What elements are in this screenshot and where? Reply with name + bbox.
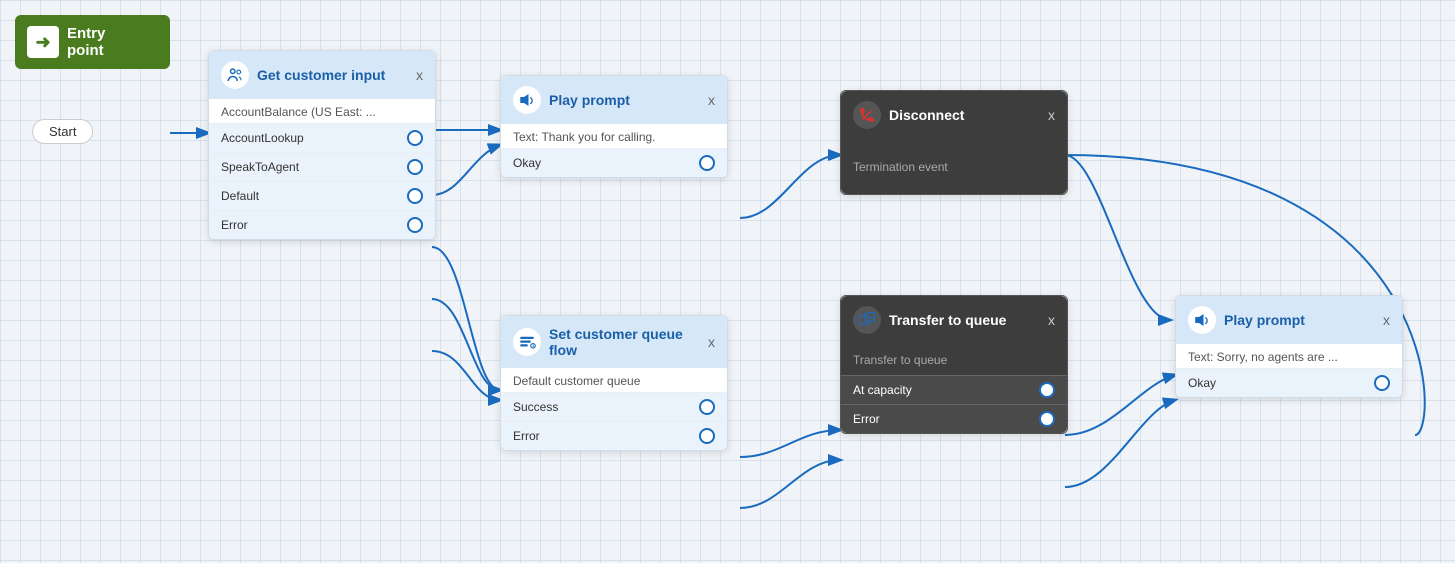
play-prompt-1-close[interactable]: x — [708, 92, 715, 108]
disconnect-subtitle: Termination event — [853, 160, 948, 174]
get-customer-input-close[interactable]: x — [416, 67, 423, 83]
transfer-to-queue-title: Transfer to queue — [889, 312, 1040, 328]
port-okay-pp1[interactable]: Okay — [501, 148, 727, 177]
play-prompt-2-header: Play prompt x — [1176, 296, 1402, 344]
play-prompt-2-node: Play prompt x Text: Sorry, no agents are… — [1175, 295, 1403, 398]
transfer-to-queue-header: + Transfer to queue x — [841, 296, 1067, 344]
phone-disconnect-icon — [858, 106, 876, 124]
play-prompt-2-subtitle: Text: Sorry, no agents are ... — [1176, 344, 1402, 368]
port-speak-to-agent[interactable]: SpeakToAgent — [209, 152, 435, 181]
port-dot-okay-pp2 — [1374, 375, 1390, 391]
play-prompt-1-icon-wrap — [513, 86, 541, 114]
play-prompt-2-close[interactable]: x — [1383, 312, 1390, 328]
get-customer-input-header: Get customer input x — [209, 51, 435, 99]
entry-point-subtitle: point — [67, 42, 104, 59]
port-dot-account-lookup — [407, 130, 423, 146]
port-dot-speak-to-agent — [407, 159, 423, 175]
port-dot-error-ttq — [1039, 411, 1055, 427]
get-customer-input-subtitle: AccountBalance (US East: ... — [209, 99, 435, 123]
play-prompt-1-title: Play prompt — [549, 92, 700, 108]
play-prompt-2-title: Play prompt — [1224, 312, 1375, 328]
port-dot-default — [407, 188, 423, 204]
set-customer-queue-flow-subtitle: Default customer queue — [501, 368, 727, 392]
play-prompt-1-node: Play prompt x Text: Thank you for callin… — [500, 75, 728, 178]
port-okay-pp2[interactable]: Okay — [1176, 368, 1402, 397]
entry-point-icon: ➜ — [27, 26, 59, 58]
port-dot-error-scqf — [699, 428, 715, 444]
disconnect-node: Disconnect x Termination event — [840, 90, 1068, 195]
disconnect-icon-wrap — [853, 101, 881, 129]
port-dot-error-gci — [407, 217, 423, 233]
people-icon — [226, 66, 244, 84]
start-label: Start — [32, 119, 93, 144]
port-error-ttq[interactable]: Error — [841, 404, 1067, 433]
port-account-lookup[interactable]: AccountLookup — [209, 123, 435, 152]
play-prompt-1-header: Play prompt x — [501, 76, 727, 124]
play-prompt-1-subtitle: Text: Thank you for calling. — [501, 124, 727, 148]
port-default[interactable]: Default — [209, 181, 435, 210]
set-customer-queue-flow-icon-wrap — [513, 328, 541, 356]
queue-icon — [518, 333, 536, 351]
get-customer-input-icon-wrap — [221, 61, 249, 89]
transfer-to-queue-close[interactable]: x — [1048, 312, 1055, 328]
transfer-to-queue-subtitle: Transfer to queue — [853, 353, 947, 367]
set-customer-queue-flow-node: Set customer queue flow x Default custom… — [500, 315, 728, 451]
port-dot-okay-pp1 — [699, 155, 715, 171]
svg-text:+: + — [869, 315, 873, 321]
disconnect-close[interactable]: x — [1048, 107, 1055, 123]
transfer-to-queue-icon-wrap: + — [853, 306, 881, 334]
entry-point-node: ➜ Entry point — [15, 15, 170, 69]
get-customer-input-title: Get customer input — [257, 67, 408, 83]
transfer-icon: + — [858, 311, 876, 329]
transfer-to-queue-node: + Transfer to queue x Transfer to queue … — [840, 295, 1068, 434]
port-at-capacity[interactable]: At capacity — [841, 375, 1067, 404]
set-customer-queue-flow-title: Set customer queue flow — [549, 326, 700, 358]
set-customer-queue-flow-header: Set customer queue flow x — [501, 316, 727, 368]
entry-point-title: Entry — [67, 25, 105, 42]
port-success-scqf[interactable]: Success — [501, 392, 727, 421]
get-customer-input-node: Get customer input x AccountBalance (US … — [208, 50, 436, 240]
port-error-scqf[interactable]: Error — [501, 421, 727, 450]
port-dot-at-capacity — [1039, 382, 1055, 398]
sound-icon-1 — [518, 91, 536, 109]
disconnect-title: Disconnect — [889, 107, 1040, 123]
port-error-gci[interactable]: Error — [209, 210, 435, 239]
disconnect-header: Disconnect x — [841, 91, 1067, 139]
port-dot-success-scqf — [699, 399, 715, 415]
play-prompt-2-icon-wrap — [1188, 306, 1216, 334]
set-customer-queue-flow-close[interactable]: x — [708, 334, 715, 350]
sound-icon-2 — [1193, 311, 1211, 329]
